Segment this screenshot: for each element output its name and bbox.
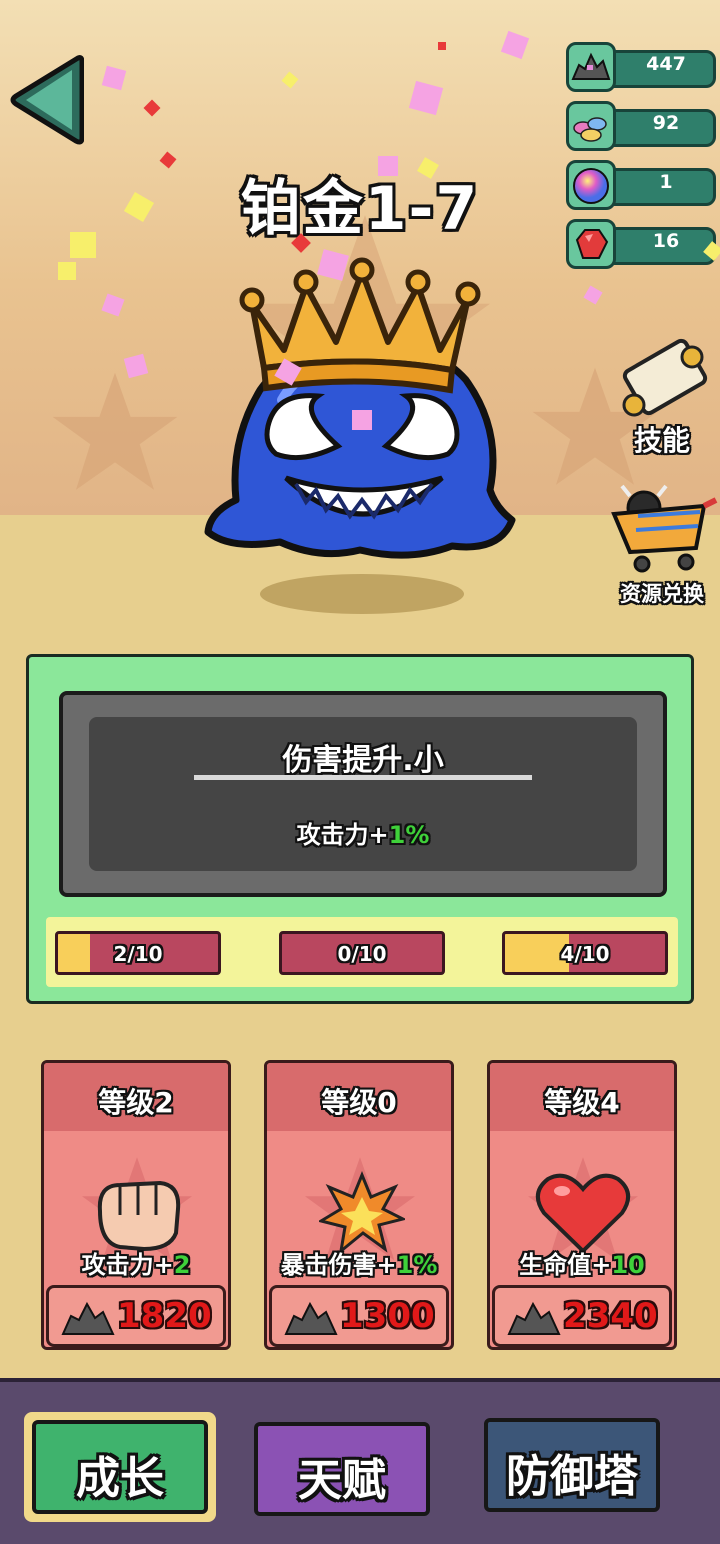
resource-value: 1 (659, 171, 673, 193)
card-level: 等级2 (98, 1086, 174, 1119)
tab-defense-tower[interactable]: 防御塔 (484, 1418, 660, 1512)
stone-pile-icon (284, 1301, 338, 1335)
progress-bar-2: 0/10 (279, 931, 445, 975)
fist-icon (97, 1180, 181, 1252)
stat-label: 生命值+ (519, 1251, 612, 1279)
stat-value: 10 (611, 1251, 645, 1279)
background-star-icon (52, 372, 178, 490)
skill-info-box: 伤害提升.小 攻击力+1% (89, 717, 637, 871)
skills-label: 技能 (633, 424, 690, 457)
skill-desc-value: 1% (388, 821, 430, 849)
progress-bar-1: 2/10 (55, 931, 221, 975)
stat-value: 1% (396, 1251, 438, 1279)
skill-upgrade-panel: 伤害提升.小 攻击力+1% 2/10 0/10 4/10 (26, 654, 694, 1004)
stone-pile-icon (61, 1301, 115, 1335)
skills-button[interactable]: 技能 (604, 335, 720, 465)
confetti (352, 410, 372, 430)
red-gem-icon (566, 219, 616, 269)
upgrade-card-attack[interactable]: 等级2 攻击力+2 1820 (41, 1060, 231, 1350)
progress-strip: 2/10 0/10 4/10 (46, 917, 678, 987)
stone-pile-icon (507, 1301, 561, 1335)
resource-value: 16 (652, 230, 680, 252)
upgrade-price: 1820 (117, 1296, 212, 1336)
explosion-icon (319, 1171, 405, 1255)
skill-description: 攻击力+1% (89, 815, 637, 850)
resource-gems: 92 (566, 101, 720, 153)
blue-slime-boss (204, 257, 516, 614)
confetti (58, 262, 76, 280)
resource-exchange-label: 资源兑换 (620, 582, 704, 606)
tab-talent-label: 天赋 (298, 1455, 386, 1506)
stat-value: 2 (173, 1251, 191, 1279)
stage-title: 铂金1-7 (240, 174, 480, 244)
divider (194, 775, 532, 780)
upgrade-cost-button[interactable]: 1300 (269, 1285, 449, 1347)
upgrade-price: 1300 (340, 1296, 435, 1336)
resource-orb: 1 (566, 160, 720, 212)
skill-info-frame: 伤害提升.小 攻击力+1% (59, 691, 667, 897)
tab-tower-label: 防御塔 (506, 1451, 638, 1502)
rainbow-orb-icon (566, 160, 616, 210)
tab-growth[interactable]: 成长 (32, 1420, 208, 1514)
tab-growth-label: 成长 (76, 1453, 164, 1504)
resource-value: 92 (652, 112, 680, 134)
skill-name: 伤害提升.小 (282, 743, 444, 778)
card-stat: 攻击力+2 (44, 1245, 228, 1280)
gems-icon (566, 101, 616, 151)
shopping-cart-icon (611, 484, 718, 573)
resource-stone: 447 (566, 42, 720, 94)
stone-pile-icon (566, 42, 616, 92)
card-stat: 暴击伤害+1% (267, 1245, 451, 1280)
stat-label: 暴击伤害+ (280, 1251, 397, 1279)
scroll-icon (622, 338, 708, 417)
resource-exchange-button[interactable]: 资源兑换 (604, 484, 720, 612)
progress-text: 4/10 (560, 942, 610, 966)
heart-icon (536, 1173, 630, 1254)
upgrade-price: 2340 (563, 1296, 658, 1336)
card-stat: 生命值+10 (490, 1245, 674, 1280)
resource-red-gem: 16 (566, 219, 720, 271)
stat-label: 攻击力+ (81, 1251, 174, 1279)
upgrade-cost-button[interactable]: 2340 (492, 1285, 672, 1347)
card-level: 等级0 (321, 1086, 397, 1119)
resource-value: 447 (646, 53, 686, 75)
confetti (70, 232, 96, 258)
progress-text: 2/10 (113, 942, 163, 966)
tab-talent[interactable]: 天赋 (254, 1422, 430, 1516)
upgrade-card-crit[interactable]: 等级0 暴击伤害+1% 1300 (264, 1060, 454, 1350)
back-arrow-icon[interactable] (8, 52, 84, 148)
confetti (438, 42, 446, 50)
skill-desc-text: 攻击力+ (296, 821, 389, 849)
upgrade-card-health[interactable]: 等级4 生命值+10 2340 (487, 1060, 677, 1350)
progress-bar-3: 4/10 (502, 931, 668, 975)
confetti (378, 156, 398, 176)
card-level: 等级4 (544, 1086, 620, 1119)
progress-text: 0/10 (337, 942, 387, 966)
upgrade-cost-button[interactable]: 1820 (46, 1285, 226, 1347)
